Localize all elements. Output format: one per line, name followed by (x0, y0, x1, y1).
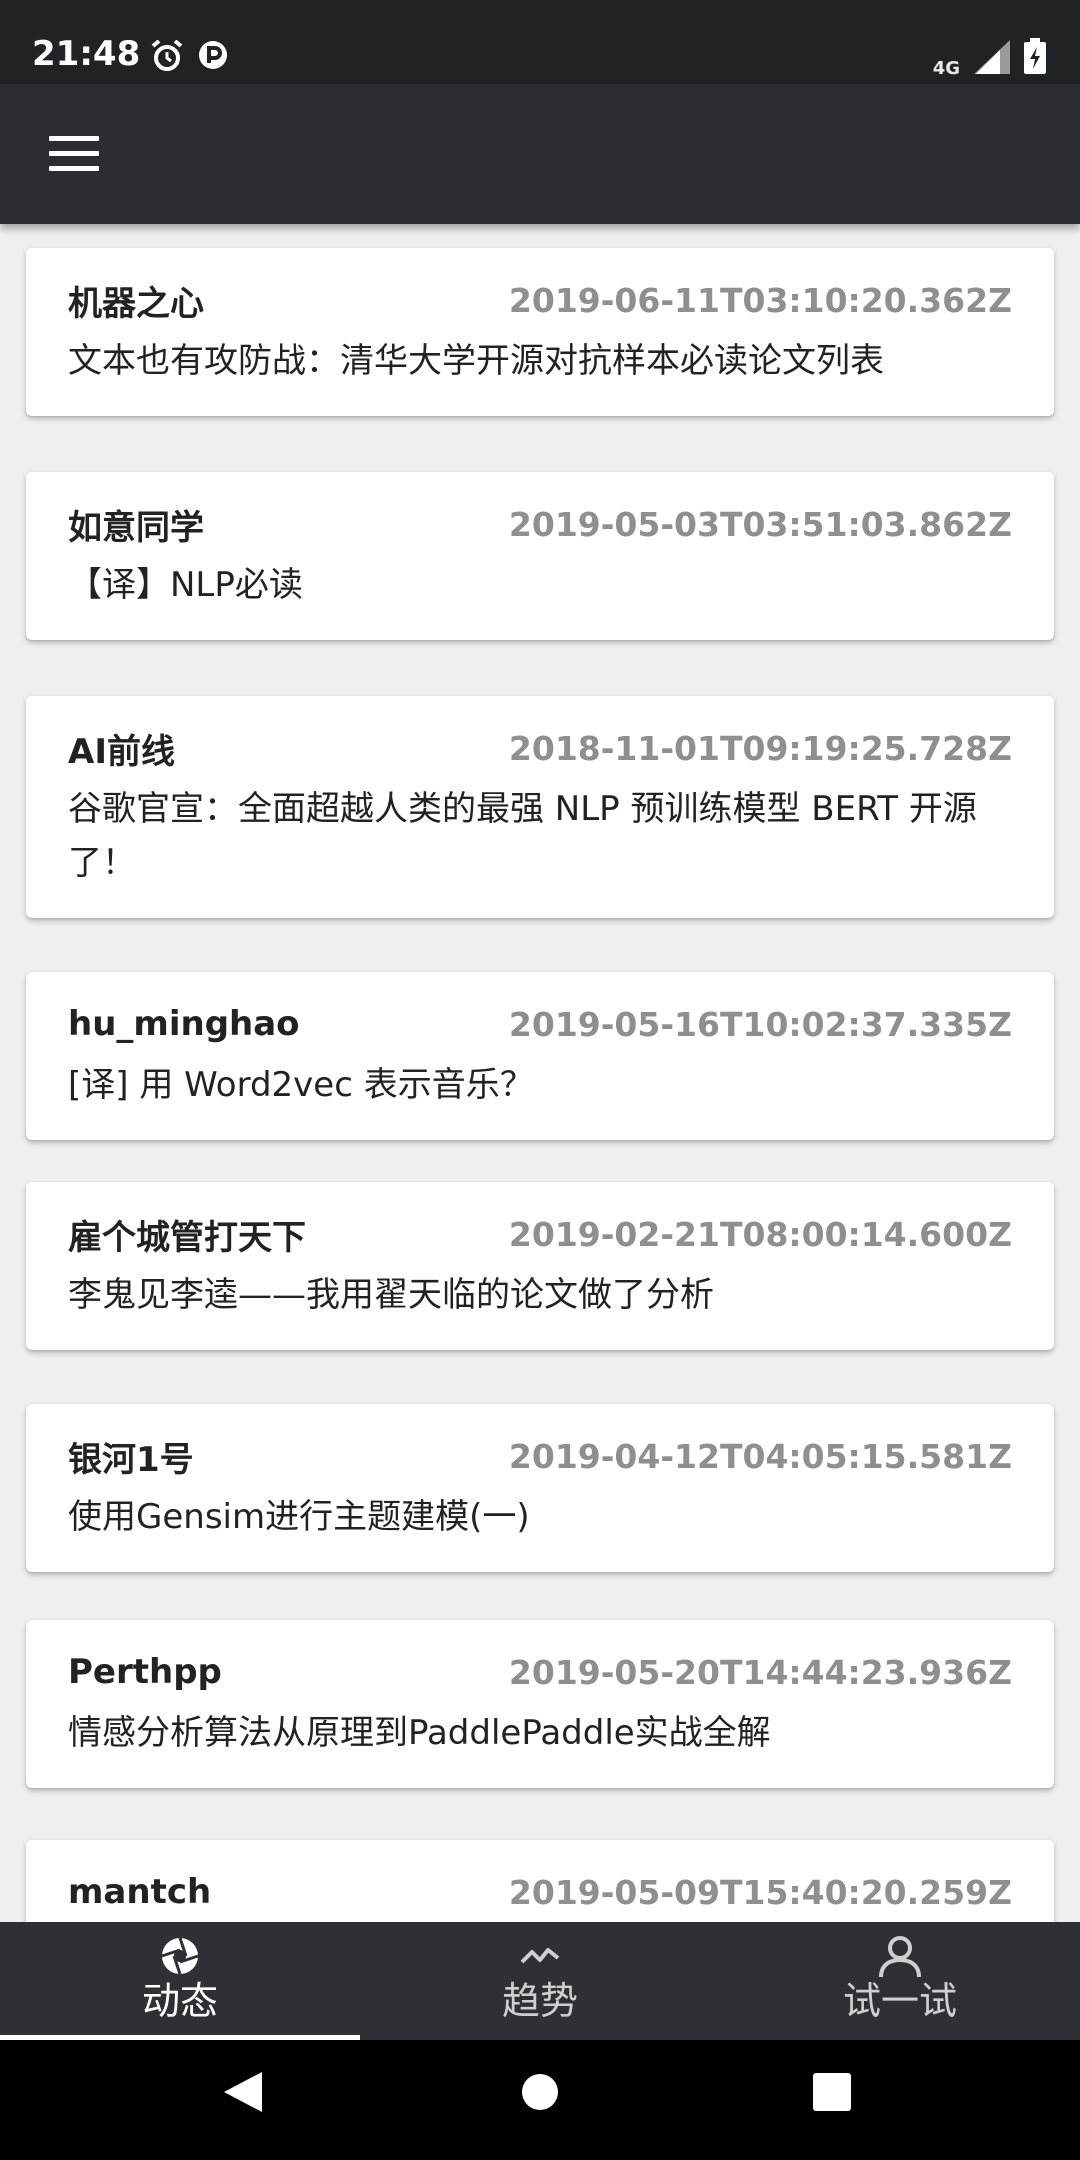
p-app-icon (198, 40, 228, 76)
battery-charging-icon (1024, 38, 1046, 78)
tab-dynamics[interactable]: 动态 (0, 1922, 360, 2040)
article-timestamp: 2019-04-12T04:05:15.581Z (508, 1436, 1012, 1476)
signal-icon (974, 40, 1010, 78)
article-card[interactable]: hu_minghao 2019-05-16T10:02:37.335Z [译] … (26, 972, 1054, 1140)
article-timestamp: 2019-06-11T03:10:20.362Z (508, 280, 1012, 320)
article-author: 雇个城管打天下 (68, 1217, 306, 1258)
article-title: [译] 用 Word2vec 表示音乐？ (68, 1065, 534, 1105)
tab-try[interactable]: 试一试 (720, 1922, 1080, 2040)
article-author: hu_minghao (68, 1004, 300, 1044)
article-timestamp: 2019-05-20T14:44:23.936Z (508, 1652, 1012, 1692)
network-type: 4G (932, 58, 960, 79)
article-timestamp: 2019-05-03T03:51:03.862Z (508, 504, 1012, 544)
notification-icons (150, 39, 228, 76)
article-timestamp: 2019-05-09T15:40:20.259Z (508, 1872, 1012, 1912)
tab-label: 试一试 (842, 1979, 957, 2023)
article-card[interactable]: Perthpp 2019-05-20T14:44:23.936Z 情感分析算法从… (26, 1620, 1054, 1788)
system-status-icons: 4G (933, 38, 1046, 78)
app-bar (0, 84, 1080, 224)
article-title: 文本也有攻防战：清华大学开源对抗样本必读论文列表 (68, 341, 884, 381)
article-title: 使用Gensim进行主题建模(一) (68, 1497, 530, 1537)
hamburger-menu-icon[interactable] (46, 134, 102, 174)
article-author: mantch (68, 1872, 212, 1912)
tab-trends[interactable]: 趋势 (360, 1922, 720, 2040)
article-title: 谷歌官宣：全面超越人类的最强 NLP 预训练模型 BERT 开源了！ (68, 789, 977, 883)
status-bar: 21:48 4G (0, 0, 1080, 84)
back-icon[interactable] (222, 2070, 264, 2118)
article-card[interactable]: 银河1号 2019-04-12T04:05:15.581Z 使用Gensim进行… (26, 1404, 1054, 1572)
article-author: Perthpp (68, 1652, 222, 1692)
aperture-icon (160, 1934, 200, 1978)
article-author: 机器之心 (68, 283, 204, 324)
status-time: 21:48 (32, 34, 141, 74)
article-title: 李鬼见李逵——我用翟天临的论文做了分析 (68, 1275, 714, 1315)
article-author: AI前线 (68, 731, 175, 772)
article-feed: 机器之心 2019-06-11T03:10:20.362Z 文本也有攻防战：清华… (0, 224, 1080, 1922)
article-title: 情感分析算法从原理到PaddlePaddle实战全解 (68, 1713, 771, 1753)
trend-icon (520, 1934, 560, 1978)
system-navigation-bar (0, 2040, 1080, 2160)
bottom-navigation: 动态 趋势 试一试 (0, 1922, 1080, 2040)
article-author: 银河1号 (68, 1439, 194, 1480)
article-title: 【译】NLP必读 (68, 565, 303, 605)
article-timestamp: 2018-11-01T09:19:25.728Z (508, 728, 1012, 768)
tab-label: 趋势 (501, 1979, 578, 2023)
article-card[interactable]: 雇个城管打天下 2019-02-21T08:00:14.600Z 李鬼见李逵——… (26, 1182, 1054, 1350)
article-card[interactable]: mantch 2019-05-09T15:40:20.259Z (26, 1840, 1054, 1922)
article-card[interactable]: 如意同学 2019-05-03T03:51:03.862Z 【译】NLP必读 (26, 472, 1054, 640)
article-card[interactable]: 机器之心 2019-06-11T03:10:20.362Z 文本也有攻防战：清华… (26, 248, 1054, 416)
recents-icon[interactable] (812, 2070, 852, 2118)
article-card[interactable]: AI前线 2018-11-01T09:19:25.728Z 谷歌官宣：全面超越人… (26, 696, 1054, 918)
article-timestamp: 2019-02-21T08:00:14.600Z (508, 1214, 1012, 1254)
alarm-icon (150, 39, 184, 76)
article-author: 如意同学 (68, 507, 204, 548)
article-timestamp: 2019-05-16T10:02:37.335Z (508, 1004, 1012, 1044)
person-icon (878, 1934, 922, 1978)
tab-label: 动态 (141, 1979, 218, 2023)
home-icon[interactable] (520, 2070, 560, 2118)
